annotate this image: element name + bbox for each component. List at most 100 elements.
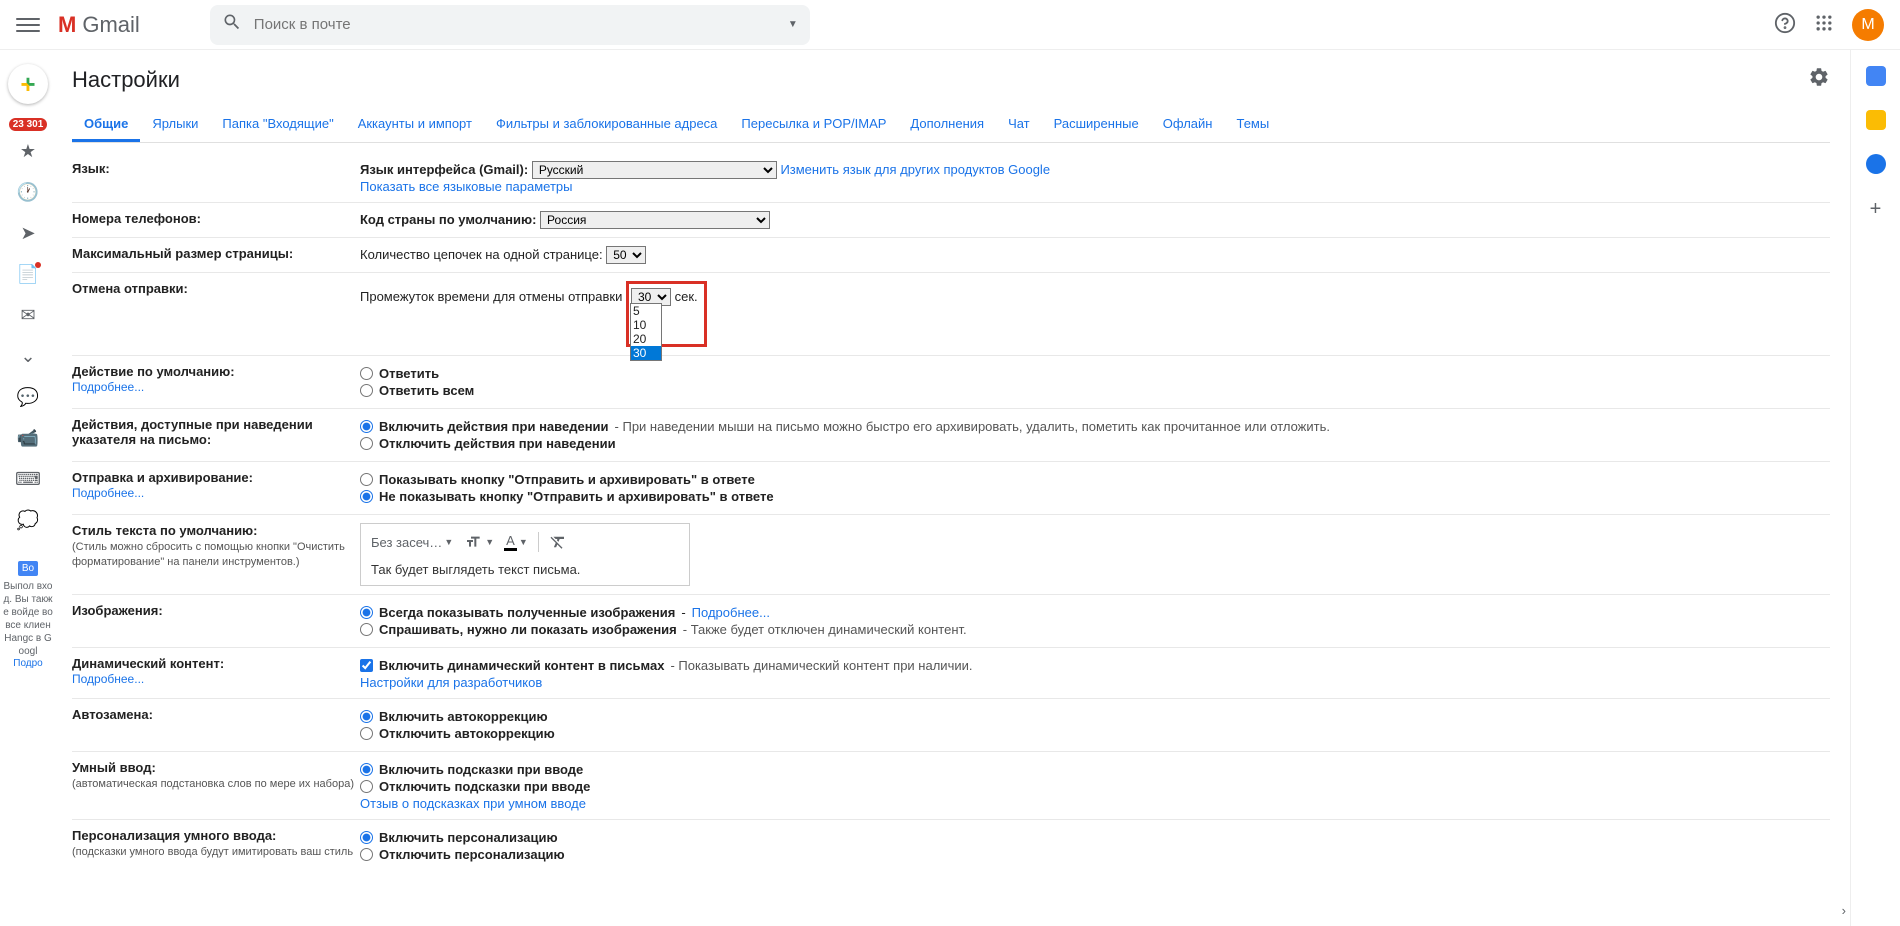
language-label: Язык: [72, 161, 360, 194]
change-google-language-link[interactable]: Изменить язык для других продуктов Googl… [780, 162, 1050, 177]
clear-format-button[interactable] [549, 533, 567, 551]
hangouts-icon[interactable]: 💭 [17, 510, 39, 531]
threads-per-page-select[interactable]: 50 [606, 246, 646, 264]
undo-dropdown-options: 5102030 [630, 303, 662, 361]
add-app-icon[interactable]: + [1870, 198, 1882, 221]
tab-7[interactable]: Чат [996, 108, 1042, 142]
main-content: Настройки ОбщиеЯрлыкиПапка "Входящие"Акк… [56, 50, 1850, 926]
keep-app-icon[interactable] [1866, 110, 1886, 130]
images-always-radio[interactable] [360, 606, 373, 619]
mail-icon[interactable]: ✉ [20, 305, 35, 326]
dynamic-label: Динамический контент: [72, 656, 224, 671]
dynamic-enable-checkbox[interactable] [360, 659, 373, 672]
archive-hide-radio[interactable] [360, 490, 373, 503]
undo-option-30[interactable]: 30 [631, 346, 661, 360]
starred-icon[interactable]: ★ [20, 141, 36, 162]
tab-3[interactable]: Аккаунты и импорт [346, 108, 484, 142]
dynamic-details-link[interactable]: Подробнее... [72, 672, 144, 686]
video-icon[interactable]: 📹 [17, 428, 39, 449]
dynamic-enable-label: Включить динамический контент в письмах [379, 658, 664, 673]
page-size-label: Максимальный размер страницы: [72, 246, 360, 264]
tab-4[interactable]: Фильтры и заблокированные адреса [484, 108, 729, 142]
images-ask-radio[interactable] [360, 623, 373, 636]
country-code-select[interactable]: Россия [540, 211, 770, 229]
images-ask-label: Спрашивать, нужно ли показать изображени… [379, 622, 677, 637]
images-always-label: Всегда показывать полученные изображения [379, 605, 675, 620]
personalization-enable-radio[interactable] [360, 831, 373, 844]
archive-show-label: Показывать кнопку "Отправить и архивиров… [379, 472, 755, 487]
hover-enable-label: Включить действия при наведении [379, 419, 609, 434]
text-style-sublabel: (Стиль можно сбросить с помощью кнопки "… [72, 541, 345, 568]
gear-icon[interactable] [1808, 66, 1830, 94]
tab-8[interactable]: Расширенные [1042, 108, 1151, 142]
chat-icon[interactable]: 💬 [17, 387, 39, 408]
inbox-count-badge: 23 301 [9, 118, 48, 131]
threads-per-page-label: Количество цепочек на одной странице: [360, 247, 603, 262]
page-title: Настройки [72, 67, 180, 93]
personalization-disable-radio[interactable] [360, 848, 373, 861]
archive-details-link[interactable]: Подробнее... [72, 486, 144, 500]
phone-label: Номера телефонов: [72, 211, 360, 229]
smart-enable-label: Включить подсказки при вводе [379, 762, 583, 777]
calendar-app-icon[interactable] [1866, 66, 1886, 86]
smart-compose-sublabel: (автоматическая подстановка слов по мере… [72, 778, 354, 790]
expand-sidepanel-icon[interactable]: › [1842, 903, 1846, 918]
personalization-sublabel: (подсказки умного ввода будут имитироват… [72, 846, 353, 858]
smart-feedback-link[interactable]: Отзыв о подсказках при умном вводе [360, 796, 586, 811]
search-options-caret[interactable]: ▼ [788, 19, 798, 30]
font-family-dropdown[interactable]: Без засеч… ▼ [371, 535, 453, 550]
undo-option-5[interactable]: 5 [631, 304, 661, 318]
smart-enable-radio[interactable] [360, 763, 373, 776]
main-menu-button[interactable] [16, 13, 40, 37]
default-action-details-link[interactable]: Подробнее... [72, 380, 144, 394]
apps-grid-icon[interactable] [1814, 13, 1834, 36]
tab-5[interactable]: Пересылка и POP/IMAP [729, 108, 898, 142]
text-style-label: Стиль текста по умолчанию: [72, 523, 258, 538]
reply-radio[interactable] [360, 367, 373, 380]
help-icon[interactable] [1774, 12, 1796, 37]
archive-show-radio[interactable] [360, 473, 373, 486]
hangouts-text: Выпол вход. Вы также войде во все клиен … [2, 580, 54, 658]
text-style-toolbar: Без засеч… ▼ ▼ A ▼ Так будет выглядеть т… [360, 523, 690, 586]
tasks-app-icon[interactable] [1866, 154, 1886, 174]
snoozed-icon[interactable]: 🕐 [17, 182, 39, 203]
expand-more-icon[interactable]: ⌄ [20, 346, 35, 367]
tab-10[interactable]: Темы [1224, 108, 1281, 142]
tab-6[interactable]: Дополнения [898, 108, 996, 142]
toolbar-divider [538, 532, 539, 552]
hangouts-link[interactable]: Подро [13, 658, 43, 669]
text-style-preview: Так будет выглядеть текст письма. [371, 562, 679, 577]
compose-button[interactable]: + [8, 64, 48, 104]
undo-option-20[interactable]: 20 [631, 332, 661, 346]
drafts-icon[interactable]: 📄 [17, 264, 39, 285]
tab-2[interactable]: Папка "Входящие" [210, 108, 345, 142]
smart-compose-label: Умный ввод: [72, 760, 156, 775]
keyboard-icon[interactable]: ⌨ [15, 469, 41, 490]
account-avatar[interactable]: M [1852, 9, 1884, 41]
images-details-link[interactable]: Подробнее... [692, 605, 770, 620]
tab-1[interactable]: Ярлыки [140, 108, 210, 142]
hover-disable-radio[interactable] [360, 437, 373, 450]
smart-disable-label: Отключить подсказки при вводе [379, 779, 590, 794]
tab-9[interactable]: Офлайн [1151, 108, 1225, 142]
search-input[interactable] [254, 16, 788, 33]
autocorrect-disable-radio[interactable] [360, 727, 373, 740]
smart-disable-radio[interactable] [360, 780, 373, 793]
text-color-dropdown[interactable]: A ▼ [504, 533, 528, 551]
interface-language-label: Язык интерфейса (Gmail): [360, 162, 528, 177]
autocorrect-enable-radio[interactable] [360, 710, 373, 723]
sidebar-right: + [1850, 50, 1900, 926]
reply-all-radio[interactable] [360, 384, 373, 397]
dynamic-hint: - Показывать динамический контент при на… [670, 658, 972, 673]
hover-disable-label: Отключить действия при наведении [379, 436, 616, 451]
interface-language-select[interactable]: Русский [532, 161, 777, 179]
tab-0[interactable]: Общие [72, 108, 140, 142]
sent-icon[interactable]: ➤ [20, 223, 35, 244]
show-all-languages-link[interactable]: Показать все языковые параметры [360, 179, 572, 194]
font-size-dropdown[interactable]: ▼ [463, 534, 494, 550]
hover-enable-radio[interactable] [360, 420, 373, 433]
gmail-logo[interactable]: M Gmail [58, 12, 140, 38]
search-box[interactable]: ▼ [210, 5, 810, 45]
dynamic-dev-link[interactable]: Настройки для разработчиков [360, 675, 542, 690]
undo-option-10[interactable]: 10 [631, 318, 661, 332]
